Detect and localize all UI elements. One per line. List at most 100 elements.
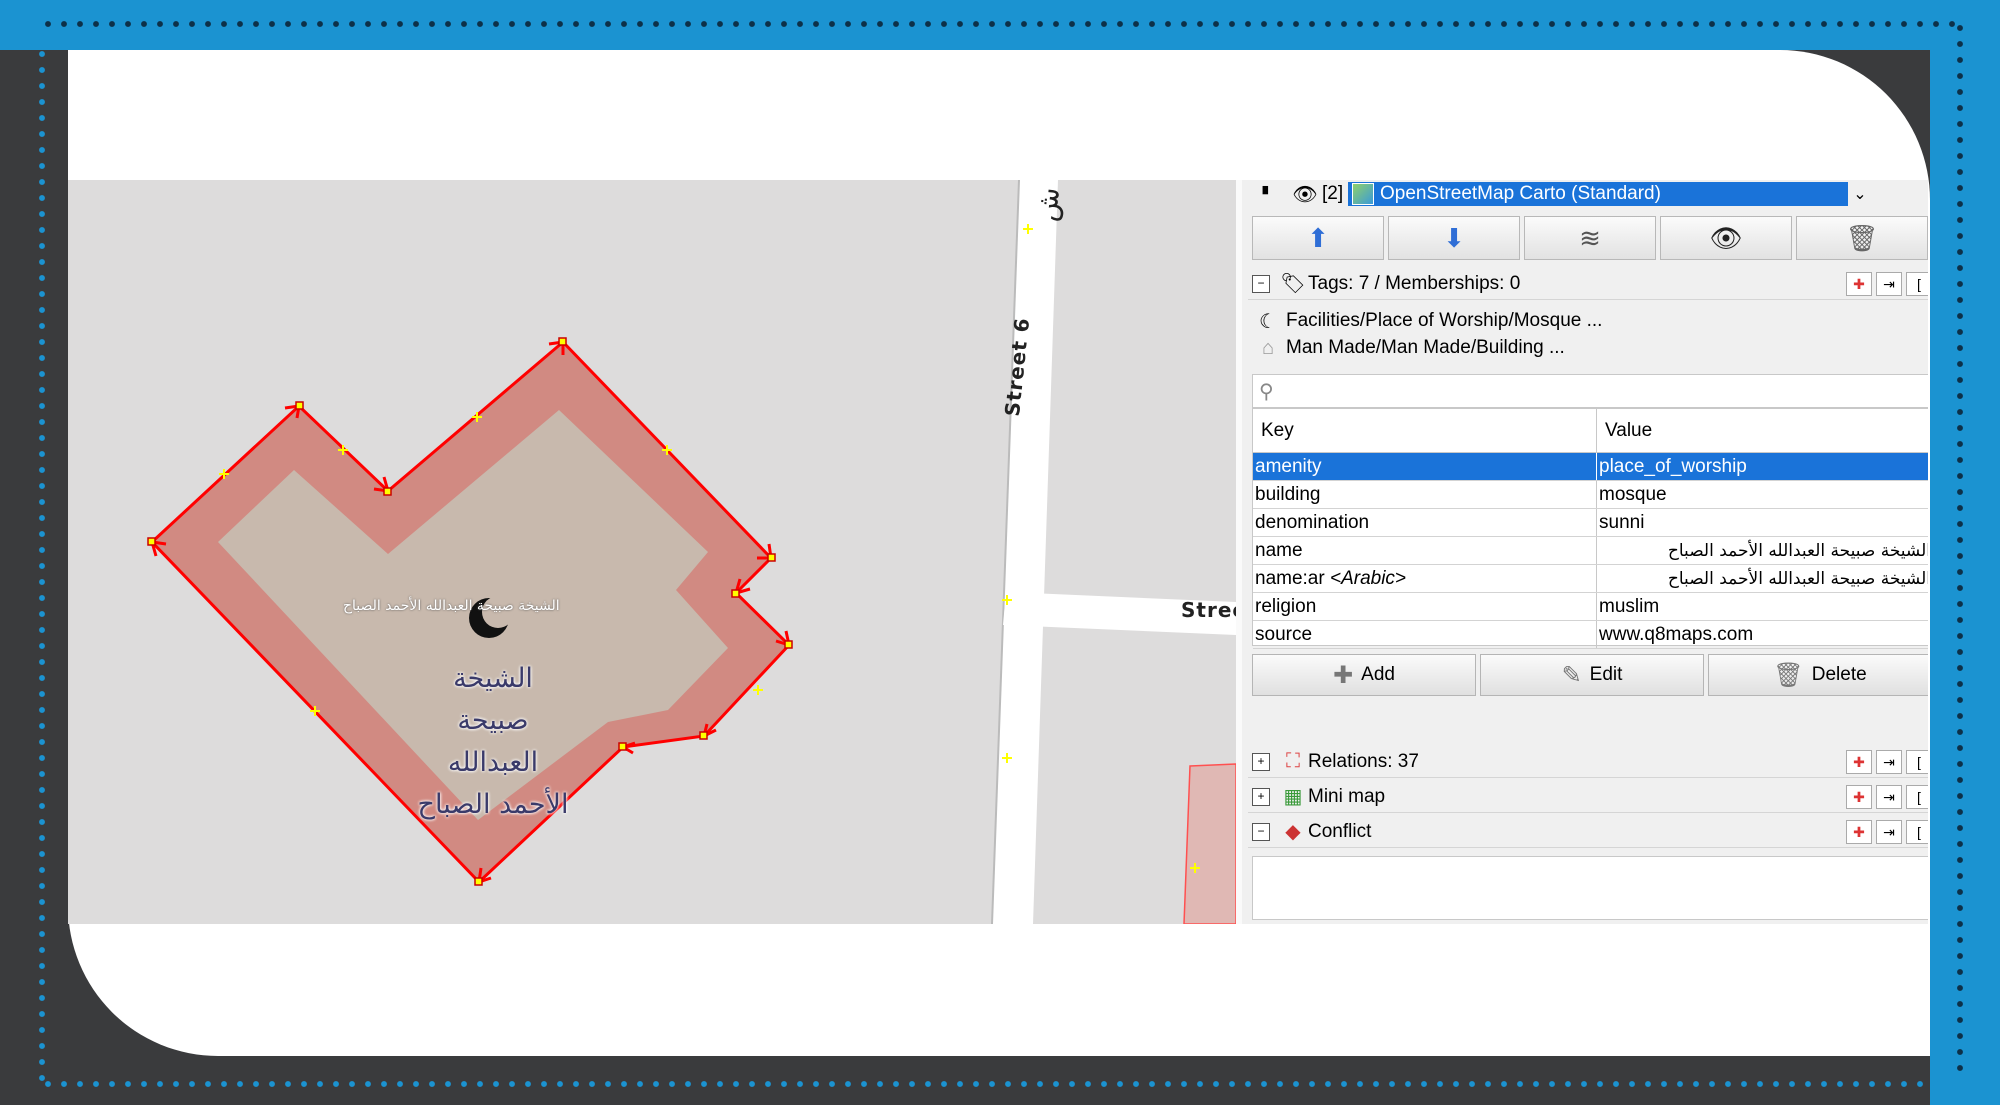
mosque-label-line: الشيخة	[453, 663, 533, 694]
josm-screenshot: الشيخة صبيحة العبدالله الأحمد الصباح الش…	[68, 180, 1928, 924]
help-icon[interactable]: ✚	[1846, 784, 1872, 809]
preset-label: Facilities/Place of Worship/Mosque ...	[1286, 310, 1603, 331]
edit-tag-button[interactable]: ✎ Edit	[1480, 654, 1704, 696]
tag-table-header: Key Value	[1253, 409, 1928, 453]
help-icon[interactable]: ✚	[1846, 749, 1872, 774]
table-row[interactable]: denomination sunni	[1253, 509, 1928, 537]
preset-link-building[interactable]: ⌂ Man Made/Man Made/Building ...	[1258, 335, 1565, 361]
road-street-6	[992, 180, 1058, 924]
mosque-label-line: العبدالله	[447, 747, 539, 778]
help-icon[interactable]: ✚	[1846, 819, 1872, 844]
tag-value[interactable]: www.q8maps.com	[1597, 621, 1928, 648]
layer-visibility-eye-icon[interactable]: 👁	[1288, 182, 1322, 207]
merge-layer-button[interactable]: ≋	[1524, 216, 1656, 260]
column-header-value[interactable]: Value	[1597, 409, 1928, 452]
trash-icon: 🗑	[1773, 661, 1804, 689]
edit-label: Edit	[1589, 664, 1623, 685]
map-icon: ▦	[1283, 786, 1303, 808]
table-row[interactable]: name:ar <Arabic> الشيخة صبيحة العبدالله …	[1253, 565, 1928, 593]
search-icon: ⚲	[1259, 380, 1274, 403]
tag-value[interactable]: الشيخة صبيحة العبدالله الأحمد الصباح	[1597, 537, 1928, 564]
table-row[interactable]: religion muslim	[1253, 593, 1928, 621]
scroll-down-chevron-icon[interactable]: ⌄	[1848, 184, 1872, 204]
layer-toolbar: ⬆ ⬇ ≋ 👁 🗑	[1252, 216, 1928, 260]
add-label: Add	[1361, 664, 1395, 685]
tag-key[interactable]: building	[1253, 481, 1597, 508]
conflict-panel-header[interactable]: − ◆ Conflict ✚ ⇥ [	[1248, 816, 1928, 848]
collapse-toggle-icon[interactable]: −	[1252, 274, 1270, 293]
minimap-panel-title: Mini map	[1308, 785, 1386, 807]
relations-panel-header[interactable]: + ⛶ Relations: 37 ✚ ⇥ [	[1248, 746, 1928, 778]
detach-icon[interactable]: ⇥	[1876, 784, 1902, 809]
tag-key-language-hint: <Arabic>	[1329, 567, 1407, 589]
close-icon[interactable]: [	[1906, 819, 1928, 844]
layer-list-row[interactable]: ▘ 👁 [2] OpenStreetMap Carto (Standard) ⌄	[1248, 180, 1928, 208]
tag-search-input[interactable]: ⚲	[1252, 374, 1928, 408]
tag-actions: ✚ Add ✎ Edit 🗑 Delete	[1252, 654, 1928, 696]
drag-handle-icon[interactable]: ▘	[1248, 186, 1288, 203]
detach-icon[interactable]: ⇥	[1876, 749, 1902, 774]
table-row[interactable]: amenity place_of_worship	[1253, 453, 1928, 481]
plus-icon: ✚	[1333, 661, 1354, 689]
house-icon: ⌂	[1261, 336, 1275, 359]
map-layer-icon	[1352, 183, 1374, 205]
tag-value[interactable]: mosque	[1597, 481, 1928, 508]
table-row[interactable]: source www.q8maps.com	[1253, 621, 1928, 649]
neighbour-building	[1183, 763, 1236, 924]
tag-icon: 🏷	[1280, 273, 1306, 295]
tag-value[interactable]: muslim	[1597, 593, 1928, 620]
tag-value[interactable]: place_of_worship	[1597, 453, 1928, 480]
layer-index: [2]	[1322, 183, 1344, 204]
table-row[interactable]: name الشيخة صبيحة العبدالله الأحمد الصبا…	[1253, 537, 1928, 565]
tag-key[interactable]: name:ar <Arabic>	[1253, 565, 1597, 592]
mosque-map-label: الشيخة صبيحة العبدالله الأحمد الصباح	[368, 658, 618, 826]
move-layer-down-button[interactable]: ⬇	[1388, 216, 1520, 260]
tag-key[interactable]: source	[1253, 621, 1597, 648]
tag-key[interactable]: religion	[1253, 593, 1597, 620]
add-tag-button[interactable]: ✚ Add	[1252, 654, 1476, 696]
tag-value[interactable]: sunni	[1597, 509, 1928, 536]
toggle-visibility-button[interactable]: 👁	[1660, 216, 1792, 260]
expand-toggle-icon[interactable]: +	[1252, 752, 1270, 771]
minimap-panel-header[interactable]: + ▦ Mini map ✚ ⇥ [	[1248, 781, 1928, 813]
mosque-label-line: الأحمد الصباح	[417, 789, 569, 820]
arrow-up-icon: ⬆	[1307, 222, 1329, 253]
help-icon[interactable]: ✚	[1846, 271, 1872, 296]
preset-label: Man Made/Man Made/Building ...	[1286, 337, 1565, 358]
expand-toggle-icon[interactable]: +	[1252, 787, 1270, 806]
tag-key[interactable]: name	[1253, 537, 1597, 564]
delete-layer-button[interactable]: 🗑	[1796, 216, 1928, 260]
detach-icon[interactable]: ⇥	[1876, 271, 1902, 296]
move-layer-up-button[interactable]: ⬆	[1252, 216, 1384, 260]
tags-panel-title: Tags: 7 / Memberships: 0	[1308, 272, 1521, 294]
tags-panel-header[interactable]: − 🏷 Tags: 7 / Memberships: 0 ✚ ⇥ [	[1248, 268, 1928, 300]
crescent-icon: ☾	[1259, 310, 1277, 333]
street-arabic-label: ٦ ﺵ	[1029, 180, 1069, 224]
preset-link-mosque[interactable]: ☾ Facilities/Place of Worship/Mosque ...	[1258, 308, 1602, 334]
frame-dots-top	[40, 20, 1960, 28]
arrow-down-icon: ⬇	[1443, 222, 1465, 253]
tag-key[interactable]: amenity	[1253, 453, 1597, 480]
collapse-toggle-icon[interactable]: −	[1252, 822, 1270, 841]
relation-icon: ⛶	[1286, 750, 1300, 772]
table-row[interactable]: building mosque	[1253, 481, 1928, 509]
close-icon[interactable]: [	[1906, 271, 1928, 296]
close-icon[interactable]: [	[1906, 749, 1928, 774]
detach-icon[interactable]: ⇥	[1876, 819, 1902, 844]
frame-dots-left	[38, 30, 46, 1090]
frame-right-band	[1930, 0, 2000, 1105]
conflict-panel-title: Conflict	[1308, 820, 1372, 842]
delete-tag-button[interactable]: 🗑 Delete	[1708, 654, 1928, 696]
map-view[interactable]: الشيخة صبيحة العبدالله الأحمد الصباح الش…	[68, 180, 1236, 924]
close-icon[interactable]: [	[1906, 784, 1928, 809]
conflict-list[interactable]	[1252, 856, 1928, 920]
map-canvas[interactable]	[68, 180, 1236, 924]
tag-table: Key Value amenity place_of_worship build…	[1252, 408, 1928, 649]
mosque-label-line: صبيحة	[457, 705, 529, 736]
frame-dots-right	[1956, 20, 1964, 1080]
side-panel: ▘ 👁 [2] OpenStreetMap Carto (Standard) ⌄…	[1236, 180, 1928, 924]
layer-name-selected[interactable]: OpenStreetMap Carto (Standard)	[1348, 182, 1848, 206]
column-header-key[interactable]: Key	[1253, 409, 1597, 452]
tag-key[interactable]: denomination	[1253, 509, 1597, 536]
tag-value[interactable]: الشيخة صبيحة العبدالله الأحمد الصباح	[1597, 565, 1928, 592]
